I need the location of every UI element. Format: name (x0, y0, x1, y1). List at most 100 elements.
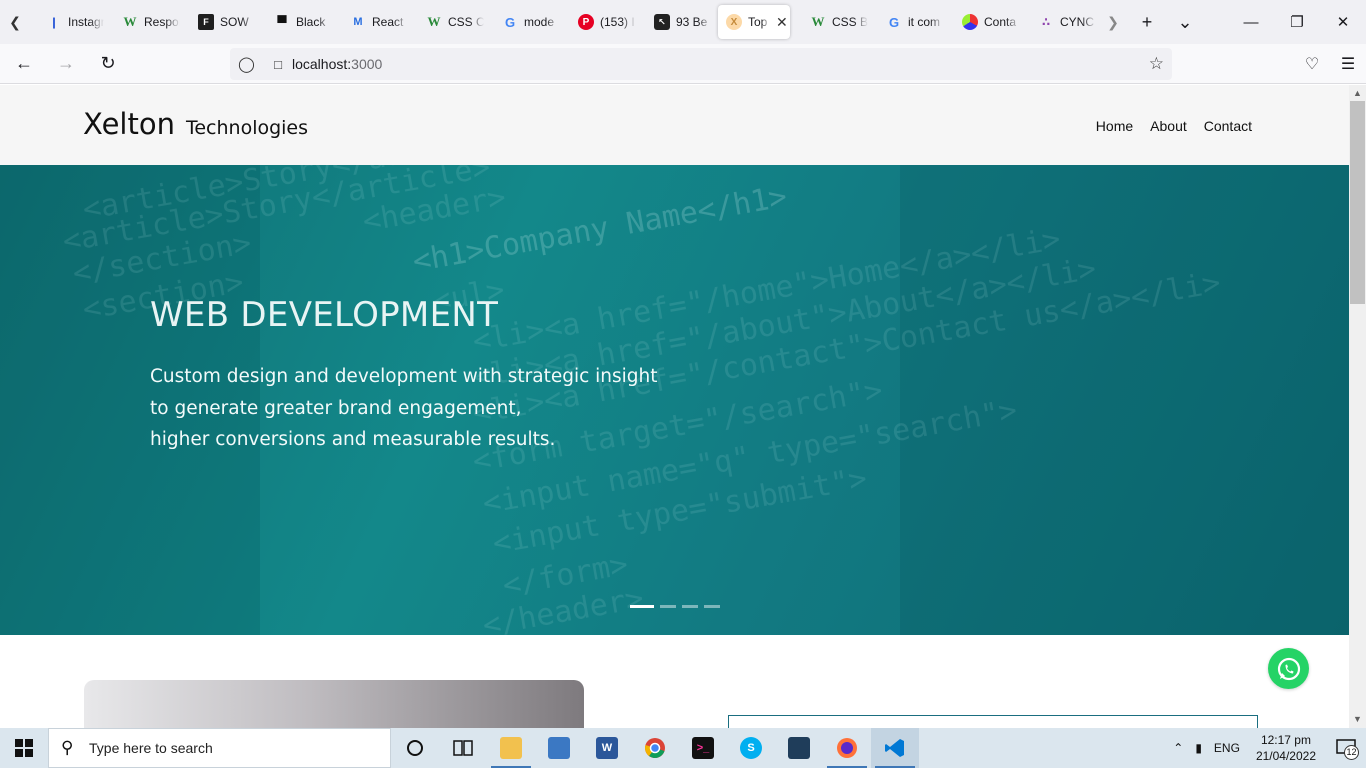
tab-it-com[interactable]: Git com (870, 5, 946, 39)
battery-icon[interactable]: ▮ (1189, 741, 1208, 755)
tab-mode[interactable]: Gmode (486, 5, 562, 39)
brand-name: Xelton (83, 107, 175, 141)
tab-label: Black (296, 15, 326, 29)
search-icon: ⚲ (61, 738, 74, 757)
hero-title: WEB DEVELOPMENT (150, 295, 499, 335)
tab-label: CYNC (1060, 15, 1095, 29)
tab-css-b[interactable]: W CSS B (794, 5, 870, 39)
windows-taskbar: ⚲ Type here to search W >_ S ⌃ ▮ ENG 12:… (0, 728, 1366, 768)
react-icon: M (353, 16, 363, 28)
app-menu-icon[interactable]: ☰ (1330, 54, 1366, 74)
tab-active-top[interactable]: X Top ✕ (718, 5, 790, 39)
app-icon-blue[interactable] (535, 728, 583, 768)
instagram-icon: ❙ (49, 16, 59, 29)
back-icon[interactable]: ← (6, 48, 42, 80)
carousel-indicator-1[interactable] (630, 605, 654, 608)
page-info-icon[interactable]: □ (264, 57, 292, 72)
minimize-icon[interactable]: — (1228, 0, 1274, 44)
chrome-icon[interactable] (631, 728, 679, 768)
scroll-tabs-right-icon[interactable]: ❯ (1098, 14, 1128, 31)
tab-label: Top (748, 15, 768, 29)
bookmark-star-icon[interactable]: ☆ (1149, 54, 1164, 74)
xelton-tab-icon: X (726, 14, 742, 30)
taskbar-search-box[interactable]: ⚲ Type here to search (48, 728, 391, 768)
tab-label: CSS B (832, 15, 868, 29)
google-icon: G (888, 14, 900, 30)
show-hidden-icons-icon[interactable]: ⌃ (1167, 741, 1189, 755)
tab-react[interactable]: M React (334, 5, 410, 39)
system-tray: ⌃ ▮ ENG 12:17 pm 21/04/2022 12 (1167, 728, 1366, 768)
taskbar-apps: W >_ S (391, 728, 919, 768)
hero-carousel: <article>Story</article> <article>Story<… (0, 165, 1349, 635)
url-host: localhost: (292, 56, 352, 72)
tab-pinterest[interactable]: P (153) I (562, 5, 638, 39)
tab-label: Responsive (144, 15, 180, 29)
vscode-icon[interactable] (871, 728, 919, 768)
file-explorer-icon[interactable] (487, 728, 535, 768)
content-section (0, 635, 1349, 728)
carousel-indicator-2[interactable] (660, 605, 676, 608)
tab-responsive[interactable]: W Responsive (106, 5, 182, 39)
forward-icon[interactable]: → (48, 48, 84, 80)
scroll-down-icon[interactable]: ▼ (1349, 711, 1366, 728)
cortana-icon[interactable] (391, 728, 439, 768)
tab-conta[interactable]: Conta (946, 5, 1022, 39)
tab-label: SOW (220, 15, 249, 29)
url-port: 3000 (351, 56, 383, 72)
carousel-indicator-4[interactable] (704, 605, 720, 608)
w3schools-icon: W (123, 14, 137, 29)
tab-cync[interactable]: ∴ CYNC (1022, 5, 1098, 39)
page-viewport: Xelton Technologies Home About Contact <… (0, 85, 1349, 728)
url-bar[interactable]: ◯ □ localhost: 3000 ☆ (230, 48, 1172, 80)
nav-link-about[interactable]: About (1150, 118, 1187, 134)
windows-start-icon[interactable] (0, 728, 48, 768)
page-scrollbar[interactable]: ▲ ▼ (1349, 85, 1366, 728)
notification-center-icon[interactable]: 12 (1326, 728, 1366, 768)
tab-label: mode (524, 15, 555, 29)
whatsapp-icon[interactable] (1268, 648, 1309, 689)
cursor-icon: ↖ (654, 14, 670, 30)
w3schools-icon: W (811, 14, 825, 29)
tab-black[interactable]: ▀ Black (258, 5, 334, 39)
notification-count-badge: 12 (1344, 745, 1359, 760)
mysql-workbench-icon[interactable] (775, 728, 823, 768)
hero-line: to generate greater brand engagement, (150, 397, 522, 419)
toolbar-right-icons: ♡ ☰ (1294, 44, 1366, 84)
scrollbar-thumb[interactable] (1350, 101, 1365, 304)
skype-icon[interactable]: S (727, 728, 775, 768)
scroll-up-icon[interactable]: ▲ (1349, 85, 1366, 102)
brand-subtitle: Technologies (185, 117, 309, 139)
tab-93-be[interactable]: ↖ 93 Be (638, 5, 714, 39)
site-header: Xelton Technologies Home About Contact (0, 85, 1349, 165)
tab-label: Conta (984, 15, 1017, 29)
hero-description: Custom design and development with strat… (150, 361, 658, 456)
list-all-tabs-icon[interactable]: ⌄ (1166, 0, 1204, 44)
tab-label: 93 Be (676, 15, 708, 29)
reload-icon[interactable]: ↻ (90, 48, 126, 80)
task-view-icon[interactable] (439, 728, 487, 768)
clock[interactable]: 12:17 pm 21/04/2022 (1246, 732, 1326, 764)
figma-icon: F (198, 14, 214, 30)
pocket-icon[interactable]: ♡ (1294, 54, 1330, 74)
restore-icon[interactable]: ❐ (1274, 0, 1320, 44)
google-icon: G (504, 14, 516, 30)
tab-css-c[interactable]: W CSS C (410, 5, 486, 39)
terminal-icon[interactable]: >_ (679, 728, 727, 768)
carousel-indicator-3[interactable] (682, 605, 698, 608)
nav-link-contact[interactable]: Contact (1204, 118, 1252, 134)
firefox-icon[interactable] (823, 728, 871, 768)
scroll-tabs-left-icon[interactable]: ❮ (0, 0, 30, 44)
tab-instagram[interactable]: ❙ Instagram (30, 5, 106, 39)
tab-sow[interactable]: F SOW (182, 5, 258, 39)
word-icon[interactable]: W (583, 728, 631, 768)
tracking-protection-icon[interactable]: ◯ (238, 55, 256, 73)
w3schools-icon: W (427, 14, 441, 29)
close-tab-icon[interactable]: ✕ (776, 14, 788, 31)
language-indicator[interactable]: ENG (1208, 741, 1246, 755)
clock-time: 12:17 pm (1260, 733, 1311, 747)
nav-link-home[interactable]: Home (1096, 118, 1133, 134)
brand-logo[interactable]: Xelton Technologies (83, 107, 308, 141)
close-window-icon[interactable]: ✕ (1320, 0, 1366, 44)
new-tab-button[interactable]: + (1128, 0, 1166, 44)
tab-label: React (372, 15, 404, 29)
